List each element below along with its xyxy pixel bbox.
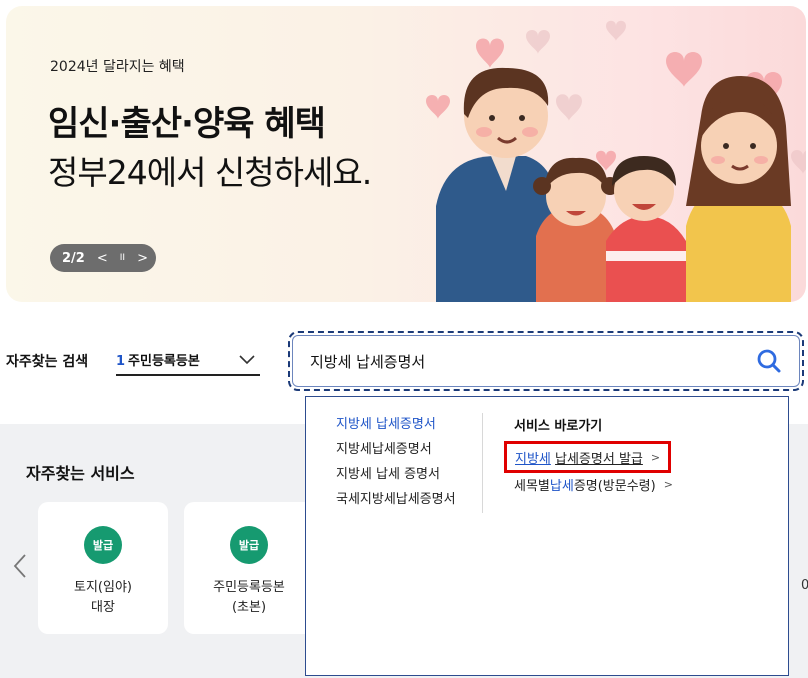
frequent-search-dropdown[interactable]: 1 주민등록등본	[116, 344, 260, 376]
shortcut-text-pre: 세목별	[514, 479, 550, 494]
suggestion-item[interactable]: 지방세 납세증명서	[336, 415, 456, 440]
search-icon[interactable]	[756, 348, 782, 374]
clipped-card-text: 0	[801, 578, 808, 593]
suggestion-item[interactable]: 지방세 납세 증명서	[336, 465, 456, 490]
local-tax-certificate-issue-link[interactable]: 지방세 납세증명서 발급 >	[504, 441, 672, 473]
service-card[interactable]: 발급 주민등록등본 (초본)	[184, 502, 314, 634]
prev-slide-button[interactable]: <	[97, 252, 108, 265]
pause-button[interactable]: II	[120, 253, 125, 263]
banner-title: 임신·출산·양육 혜택	[48, 104, 326, 144]
service-card[interactable]: 발급 토지(임야) 대장	[38, 502, 168, 634]
shortcut-text: 납세증명서 발급	[555, 451, 643, 467]
divider	[482, 413, 483, 513]
promo-banner[interactable]: 2024년 달라지는 혜택 임신·출산·양육 혜택 정부24에서 신청하세요. …	[6, 6, 806, 302]
frequent-search-selected: 주민등록등본	[128, 353, 200, 369]
service-shortcuts-title: 서비스 바로가기	[514, 419, 603, 434]
service-name: 토지(임야) 대장	[74, 578, 132, 618]
suggestion-list: 지방세 납세증명서 지방세납세증명서 지방세 납세 증명서 국세지방세납세증명서	[336, 415, 456, 515]
search-autocomplete-panel: 지방세 납세증명서 지방세납세증명서 지방세 납세 증명서 국세지방세납세증명서…	[305, 396, 789, 676]
service-name: 주민등록등본 (초본)	[213, 578, 285, 618]
suggestion-item[interactable]: 국세지방세납세증명서	[336, 490, 456, 515]
frequent-services-title: 자주찾는 서비스	[26, 464, 135, 483]
service-name-line2: 대장	[91, 600, 115, 615]
frequent-search-label: 자주찾는 검색	[6, 354, 89, 370]
banner-pager: 2/2 < II >	[50, 244, 156, 272]
banner-title-line2: 정부24에서 신청하세요.	[48, 153, 372, 192]
chevron-left-icon[interactable]	[12, 553, 28, 579]
chevron-right-icon: >	[650, 450, 661, 464]
suggestion-item[interactable]: 지방세납세증명서	[336, 440, 456, 465]
search-box	[288, 331, 804, 391]
chevron-right-icon: >	[663, 478, 673, 491]
frequent-search-rank: 1	[116, 353, 126, 369]
shortcut-text-post: 증명(방문수령)	[573, 479, 656, 494]
banner-subtitle: 2024년 달라지는 혜택	[50, 59, 185, 75]
family-illustration	[426, 20, 806, 302]
service-name-line1: 토지(임야)	[74, 580, 132, 595]
issue-badge: 발급	[84, 526, 122, 564]
issue-badge: 발급	[230, 526, 268, 564]
shortcut-highlight: 납세	[549, 479, 574, 494]
next-slide-button[interactable]: >	[137, 252, 148, 265]
shortcut-highlight: 지방세	[515, 451, 551, 467]
tax-item-certificate-link[interactable]: 세목별납세증명(방문수령) >	[514, 475, 673, 494]
service-name-line2: (초본)	[231, 600, 267, 615]
search-input[interactable]	[310, 352, 740, 370]
pager-count: 2/2	[62, 250, 85, 266]
service-name-line1: 주민등록등본	[213, 580, 285, 595]
chevron-down-icon	[239, 355, 255, 365]
